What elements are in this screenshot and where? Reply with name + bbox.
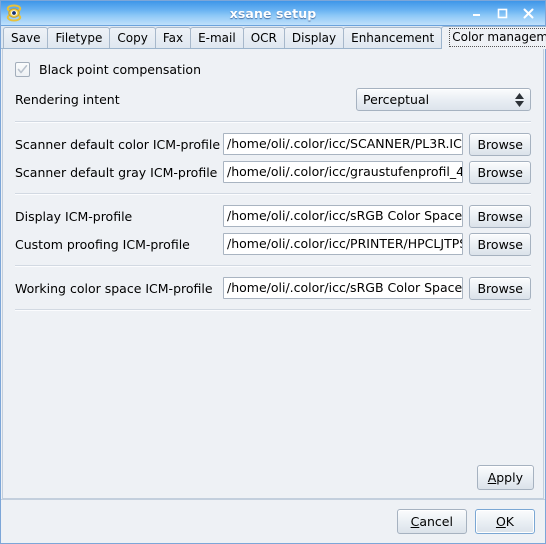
tab-ocr[interactable]: OCR (242, 27, 285, 48)
titlebar[interactable]: xsane setup (1, 1, 545, 26)
minimize-button[interactable] (470, 7, 483, 20)
window-controls (470, 7, 545, 20)
tab-color-management[interactable]: Color management (441, 26, 546, 49)
apply-label-rest: pply (496, 470, 523, 485)
tab-fax[interactable]: Fax (154, 27, 192, 48)
ok-label-rest: K (505, 514, 514, 529)
rendering-intent-select[interactable]: Perceptual (356, 88, 531, 111)
apply-mnemonic: A (487, 470, 497, 485)
custom-proofing-profile-browse-button[interactable]: Browse (469, 232, 531, 256)
scanner-gray-profile-browse-button[interactable]: Browse (469, 160, 531, 184)
tab-label: Save (11, 31, 41, 45)
dialog-action-bar: Cancel OK (1, 499, 545, 543)
custom-proofing-profile-label: Custom proofing ICM-profile (15, 236, 190, 252)
working-color-space-profile-row: Working color space ICM-profile /home/ol… (15, 276, 531, 300)
working-color-space-profile-browse-button[interactable]: Browse (469, 276, 531, 300)
ok-button[interactable]: OK (474, 509, 535, 534)
black-point-compensation-checkbox[interactable] (15, 61, 30, 77)
separator (15, 121, 531, 123)
tab-label: OCR (250, 31, 277, 45)
apply-button[interactable]: Apply (476, 465, 534, 490)
tab-display[interactable]: Display (283, 27, 345, 48)
rendering-intent-value: Perceptual (363, 92, 430, 107)
color-management-panel: Black point compensation Rendering inten… (2, 49, 544, 499)
separator (15, 309, 531, 311)
window-title: xsane setup (229, 5, 317, 21)
display-profile-browse-button[interactable]: Browse (469, 204, 531, 228)
tab-email[interactable]: E-mail (190, 27, 244, 48)
xsane-setup-window: xsane setup Save Filetype Copy Fax E-mai… (0, 0, 546, 544)
tab-enhancement[interactable]: Enhancement (343, 27, 443, 48)
tab-label: Copy (117, 31, 148, 45)
ok-mnemonic: O (495, 514, 506, 529)
working-color-space-profile-input[interactable]: /home/oli/.color/icc/sRGB Color Space P (223, 277, 464, 299)
tab-label: Filetype (55, 31, 103, 45)
black-point-compensation-label: Black point compensation (39, 61, 202, 77)
separator (15, 265, 531, 267)
cancel-button[interactable]: Cancel (396, 509, 467, 534)
tab-save[interactable]: Save (3, 27, 49, 48)
checkmark-icon (17, 64, 28, 73)
tab-filetype[interactable]: Filetype (47, 27, 111, 48)
xsane-scanner-icon (5, 4, 23, 22)
tab-bar: Save Filetype Copy Fax E-mail OCR Displa… (1, 26, 546, 49)
scanner-gray-profile-row: Scanner default gray ICM-profile /home/o… (15, 160, 531, 184)
display-profile-input[interactable]: /home/oli/.color/icc/sRGB Color Space P (223, 205, 464, 227)
display-profile-label: Display ICM-profile (15, 208, 133, 224)
scanner-color-profile-row: Scanner default color ICM-profile /home/… (15, 132, 531, 156)
apply-button-container: Apply (476, 465, 534, 490)
scanner-color-profile-input[interactable]: /home/oli/.color/icc/SCANNER/PL3R.ICM (223, 133, 464, 155)
tab-label: Color management (449, 28, 546, 47)
rendering-intent-row: Rendering intent Perceptual (15, 88, 531, 111)
scanner-color-profile-label: Scanner default color ICM-profile (15, 136, 221, 152)
scanner-gray-profile-label: Scanner default gray ICM-profile (15, 164, 218, 180)
spinner-arrows-icon[interactable] (515, 92, 524, 107)
custom-proofing-profile-input[interactable]: /home/oli/.color/icc/PRINTER/HPCLJTPS.I (223, 233, 464, 255)
scanner-color-profile-browse-button[interactable]: Browse (469, 132, 531, 156)
display-profile-row: Display ICM-profile /home/oli/.color/icc… (15, 204, 531, 228)
close-button[interactable] (522, 7, 535, 20)
tab-label: Fax (162, 31, 184, 45)
black-point-compensation-row: Black point compensation (15, 58, 531, 80)
maximize-button[interactable] (496, 7, 509, 20)
scanner-gray-profile-input[interactable]: /home/oli/.color/icc/graustufenprofil_40 (223, 161, 464, 183)
separator (15, 193, 531, 195)
cancel-label-rest: ancel (419, 514, 453, 529)
working-color-space-profile-label: Working color space ICM-profile (15, 280, 213, 296)
tab-label: E-mail (198, 31, 236, 45)
tab-copy[interactable]: Copy (109, 27, 156, 48)
tab-label: Enhancement (351, 31, 435, 45)
tab-label: Display (291, 31, 337, 45)
rendering-intent-label: Rendering intent (15, 92, 120, 107)
custom-proofing-profile-row: Custom proofing ICM-profile /home/oli/.c… (15, 232, 531, 256)
